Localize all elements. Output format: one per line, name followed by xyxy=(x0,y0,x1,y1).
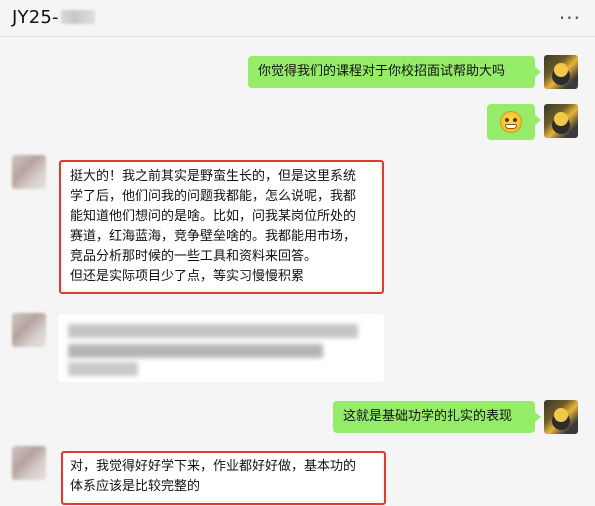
blurred-message-bubble[interactable] xyxy=(58,314,384,382)
contact-avatar[interactable] xyxy=(12,446,46,480)
redacted-name xyxy=(60,10,95,24)
my-avatar[interactable] xyxy=(544,400,578,434)
chat-header: JY25- ··· xyxy=(0,0,595,37)
message-bubble-mine[interactable]: 这就是基础功学的扎实的表现 xyxy=(333,401,541,433)
message-bubble-mine[interactable]: 你觉得我们的课程对于你校招面试帮助大吗 xyxy=(248,56,541,88)
my-avatar[interactable] xyxy=(544,104,578,138)
message-bubble-other[interactable]: 对，我觉得好好学下来，作业都好好做，基本功的 体系应该是比较完整的 xyxy=(58,453,382,501)
contact-avatar[interactable] xyxy=(12,155,46,189)
grinning-face-icon xyxy=(500,111,522,133)
my-avatar[interactable] xyxy=(544,55,578,89)
message-bubble-other[interactable]: 挺大的！我之前其实是野蛮生长的，但是这里系统 学了后，他们问我的问题我都能，怎么… xyxy=(56,162,380,290)
chat-title: JY25- xyxy=(12,7,95,28)
emoji-bubble-mine[interactable] xyxy=(487,104,541,140)
more-dots-icon[interactable]: ··· xyxy=(559,6,581,30)
contact-avatar[interactable] xyxy=(12,313,46,347)
